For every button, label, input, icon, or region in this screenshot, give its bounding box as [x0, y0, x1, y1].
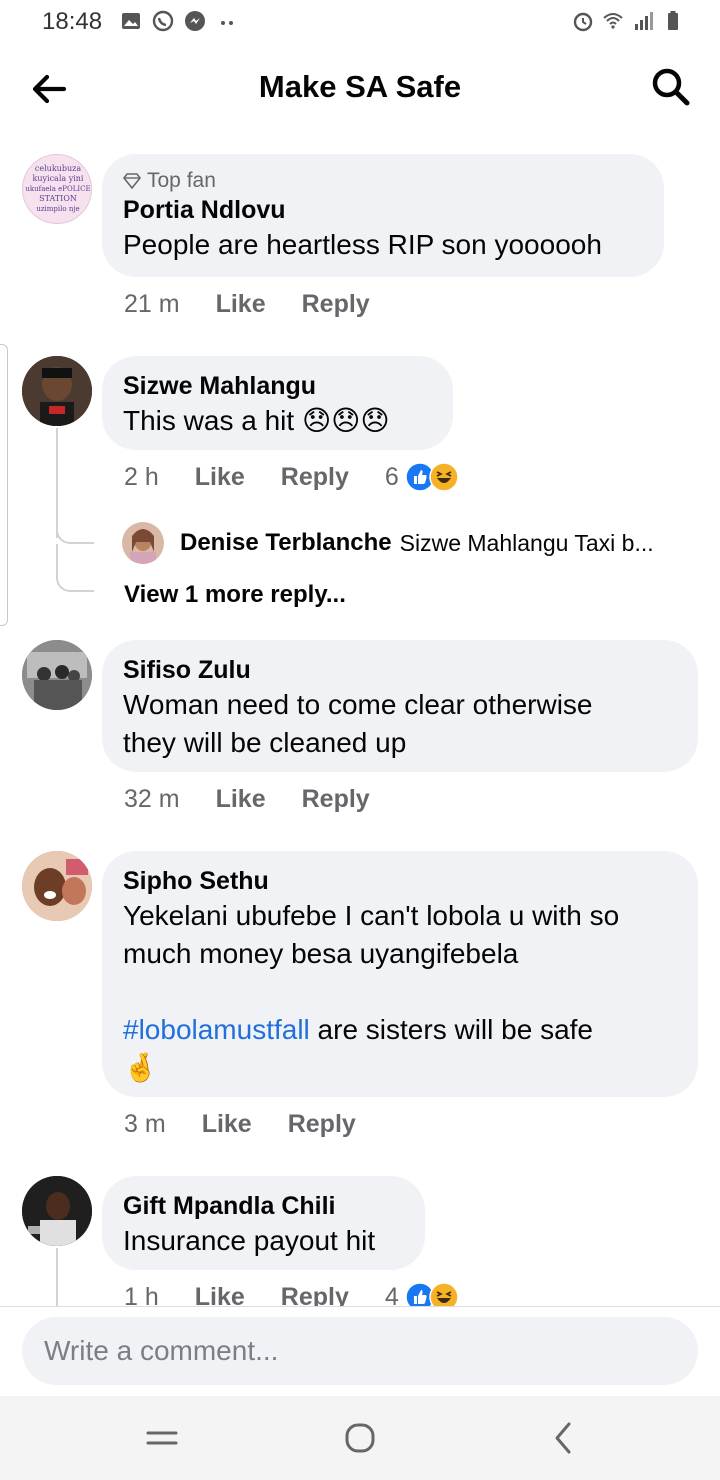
comment-time[interactable]: 1 h — [124, 1283, 159, 1307]
badge-label: Top fan — [147, 169, 216, 192]
reply-button[interactable]: Reply — [281, 463, 349, 492]
haha-reaction-icon — [429, 462, 459, 492]
alarm-icon — [573, 12, 593, 32]
avatar[interactable] — [22, 851, 92, 921]
reaction-count: 4 — [384, 1282, 399, 1307]
battery-icon — [668, 11, 678, 30]
commenter-name[interactable]: Portia Ndlovu — [123, 194, 642, 226]
comment-text: People are heartless RIP son yoooooh — [123, 229, 602, 260]
comment-bubble[interactable]: Sifiso Zulu Woman need to come clear oth… — [102, 640, 698, 772]
whatsapp-icon — [152, 10, 174, 32]
svg-text:ukufaela ePOLICE: ukufaela ePOLICE — [25, 185, 90, 193]
avatar-photo — [122, 522, 164, 564]
comment-text: Yekelani ubufebe I can't lobola u with s… — [123, 900, 620, 969]
avatar-photo — [22, 851, 92, 921]
system-nav-bar — [0, 1396, 720, 1480]
comment-thread[interactable]: celukubuza kuyicala yini ukufaela ePOLIC… — [0, 134, 720, 1306]
thread-line — [56, 1248, 58, 1306]
avatar[interactable] — [22, 1176, 92, 1246]
diamond-icon — [123, 173, 141, 189]
comment-text: Insurance payout hit — [123, 1225, 376, 1256]
like-button[interactable]: Like — [216, 785, 266, 814]
reaction-summary[interactable]: 4 — [385, 1282, 459, 1306]
comment-text-continued: #lobolamustfall are sisters will be safe — [123, 1011, 676, 1049]
messenger-icon — [185, 11, 205, 31]
fingers-crossed-emoji: 🤞 — [123, 1052, 158, 1083]
comment-time[interactable]: 3 m — [124, 1110, 166, 1139]
like-button[interactable]: Like — [195, 463, 245, 492]
avatar-photo — [22, 640, 92, 710]
status-time: 18:48 — [42, 8, 103, 35]
scroll-indicator[interactable] — [0, 344, 8, 626]
svg-text:uzimpilo nje: uzimpilo nje — [36, 205, 79, 213]
svg-text:STATION: STATION — [39, 194, 77, 203]
comment-text-tail: are sisters will be safe — [309, 1014, 593, 1045]
like-button[interactable]: Like — [202, 1110, 252, 1139]
back-icon[interactable] — [544, 1418, 584, 1458]
comment-input[interactable] — [22, 1317, 698, 1385]
comment-time[interactable]: 21 m — [124, 290, 180, 319]
like-button[interactable]: Like — [195, 1283, 245, 1307]
status-notification-icons — [120, 10, 238, 32]
avatar[interactable] — [22, 356, 92, 426]
app-header: Make SA Safe — [0, 44, 720, 134]
comment-time[interactable]: 32 m — [124, 785, 180, 814]
reply-preview[interactable]: Denise Terblanche Sizwe Mahlangu Taxi b.… — [122, 522, 654, 564]
comment-composer — [0, 1306, 720, 1396]
commenter-name[interactable]: Sipho Sethu — [123, 865, 676, 897]
view-more-replies-link[interactable]: View 1 more reply... — [124, 581, 346, 609]
reply-button[interactable]: Reply — [288, 1110, 356, 1139]
page-title: Make SA Safe — [258, 69, 462, 104]
hashtag-link[interactable]: #lobolamustfall — [123, 1014, 310, 1045]
comment-meta: 3 m Like Reply — [124, 1110, 356, 1139]
commenter-name[interactable]: Sizwe Mahlangu — [123, 370, 431, 402]
reaction-summary[interactable]: 6 — [385, 462, 459, 492]
avatar-photo — [22, 356, 92, 426]
comment-text: This was a hit 😞😞😞 — [123, 405, 390, 436]
comment-meta: 1 h Like Reply 4 — [124, 1282, 459, 1306]
thread-connector — [56, 514, 94, 544]
signal-icon — [635, 12, 653, 30]
comment-time[interactable]: 2 h — [124, 463, 159, 492]
search-icon[interactable] — [650, 66, 692, 108]
menu-icon[interactable] — [142, 1418, 182, 1458]
reply-author-name[interactable]: Denise Terblanche — [180, 529, 392, 557]
status-bar: 18:48 — [0, 0, 720, 44]
commenter-name[interactable]: Gift Mpandla Chili — [123, 1190, 403, 1222]
reply-button[interactable]: Reply — [302, 290, 370, 319]
commenter-name[interactable]: Sifiso Zulu — [123, 654, 676, 686]
avatar-text-image: celukubuza kuyicala yini ukufaela ePOLIC… — [25, 164, 90, 213]
comment-bubble[interactable]: Sipho Sethu Yekelani ubufebe I can't lob… — [102, 851, 698, 1097]
thread-connector — [56, 544, 94, 592]
comment-meta: 2 h Like Reply 6 — [124, 462, 459, 492]
avatar-photo — [22, 1176, 92, 1246]
more-dots-icon — [221, 21, 233, 25]
comment-bubble[interactable]: Gift Mpandla Chili Insurance payout hit — [102, 1176, 425, 1270]
status-system-icons — [572, 10, 684, 32]
top-fan-badge: Top fan — [123, 168, 642, 194]
comment-bubble[interactable]: Sizwe Mahlangu This was a hit 😞😞😞 — [102, 356, 453, 450]
reply-button[interactable]: Reply — [281, 1283, 349, 1307]
comment-text: Woman need to come clear otherwise they … — [123, 689, 593, 758]
comment-meta: 21 m Like Reply — [124, 290, 370, 319]
like-button[interactable]: Like — [216, 290, 266, 319]
avatar[interactable]: celukubuza kuyicala yini ukufaela ePOLIC… — [22, 154, 92, 224]
wifi-icon — [603, 13, 623, 29]
reaction-count: 6 — [384, 462, 399, 491]
svg-text:kuyicala yini: kuyicala yini — [33, 174, 84, 183]
avatar[interactable] — [122, 522, 164, 564]
avatar[interactable] — [22, 640, 92, 710]
haha-reaction-icon — [429, 1282, 459, 1306]
comment-bubble[interactable]: Top fan Portia Ndlovu People are heartle… — [102, 154, 664, 277]
reply-button[interactable]: Reply — [302, 785, 370, 814]
comment-text-spacer — [123, 973, 676, 1011]
reply-text: Sizwe Mahlangu Taxi b... — [399, 529, 654, 556]
home-icon[interactable] — [340, 1418, 380, 1458]
svg-text:celukubuza: celukubuza — [35, 164, 81, 173]
gallery-icon — [122, 13, 140, 29]
comment-meta: 32 m Like Reply — [124, 785, 370, 814]
